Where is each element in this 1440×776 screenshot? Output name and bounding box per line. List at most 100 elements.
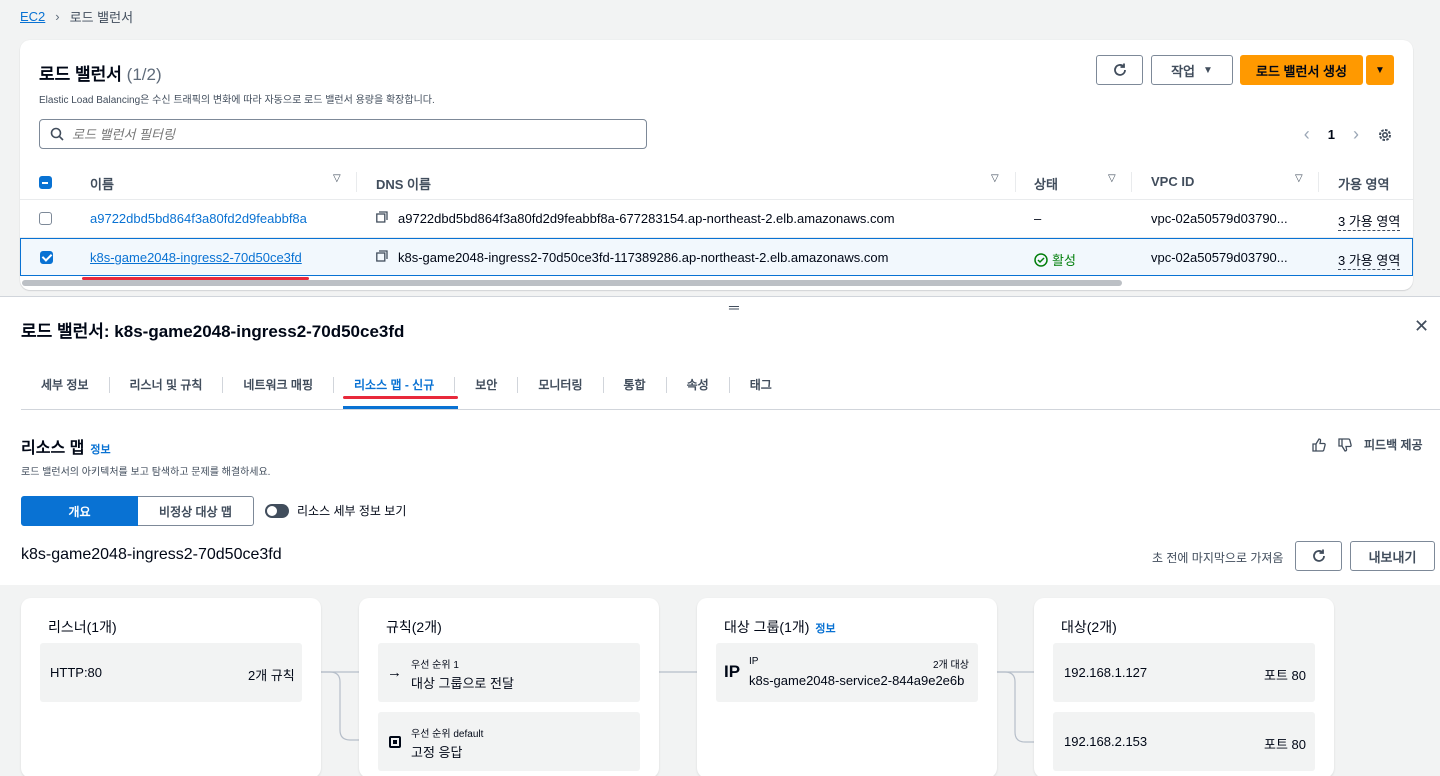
split-divider bbox=[0, 296, 1440, 297]
target-groups-title: 대상 그룹(1개) 정보 bbox=[724, 617, 836, 637]
column-dns[interactable]: DNS 이름 bbox=[376, 174, 431, 193]
list-title-text: 로드 밸런서 bbox=[39, 65, 122, 84]
prev-page-icon[interactable]: ‹ bbox=[1304, 124, 1310, 145]
tab-attributes[interactable]: 속성 bbox=[667, 376, 730, 393]
tab-listeners[interactable]: 리스너 및 규칙 bbox=[110, 376, 224, 393]
column-az[interactable]: 가용 영역 bbox=[1338, 174, 1389, 193]
chevron-right-icon: › bbox=[55, 9, 60, 24]
export-button[interactable]: 내보내기 bbox=[1350, 541, 1435, 571]
target-group-node[interactable]: IP IP 2개 대상 k8s-game2048-service2-844a9e… bbox=[716, 643, 978, 702]
tab-resource-map[interactable]: 리소스 맵 - 신규 bbox=[334, 376, 456, 393]
caret-down-icon: ▼ bbox=[1375, 64, 1385, 76]
target-groups-card: 대상 그룹(1개) 정보 IP IP 2개 대상 k8s-game2048-ser… bbox=[697, 598, 997, 776]
load-balancer-list: 로드 밸런서 (1/2) Elastic Load Balancing은 수신 … bbox=[20, 40, 1413, 290]
sort-icon[interactable]: ▽ bbox=[991, 173, 999, 184]
table-row[interactable]: a9722dbd5bd864f3a80fd2d9feabbf8a a9722db… bbox=[20, 200, 1413, 238]
target-groups-title-text: 대상 그룹(1개) bbox=[724, 619, 810, 635]
target-node[interactable]: 192.168.2.153 포트 80 bbox=[1053, 712, 1315, 771]
thumbs-up-icon[interactable] bbox=[1312, 437, 1326, 452]
target-ip: 192.168.1.127 bbox=[1064, 665, 1148, 680]
lb-name-link[interactable]: a9722dbd5bd864f3a80fd2d9feabbf8a bbox=[90, 211, 307, 226]
list-description: Elastic Load Balancing은 수신 트래픽의 변화에 따라 자… bbox=[39, 95, 435, 106]
rules-title: 규칙(2개) bbox=[386, 619, 442, 635]
tab-integrations[interactable]: 통합 bbox=[604, 376, 667, 393]
targets-title: 대상(2개) bbox=[1061, 619, 1117, 635]
info-link[interactable]: 정보 bbox=[815, 623, 835, 635]
toggle-switch[interactable] bbox=[265, 503, 289, 518]
resize-handle-icon[interactable]: ═ bbox=[729, 299, 739, 315]
copy-icon[interactable] bbox=[376, 211, 388, 226]
list-count: (1/2) bbox=[126, 65, 162, 84]
actions-button[interactable]: 작업 ▼ bbox=[1151, 55, 1233, 85]
listener-node[interactable]: HTTP:80 2개 규칙 bbox=[40, 643, 302, 702]
filter-search[interactable] bbox=[39, 119, 647, 149]
availability-zones[interactable]: 3 가용 영역 bbox=[1338, 250, 1401, 270]
list-title: 로드 밸런서 (1/2) bbox=[39, 60, 162, 85]
target-node[interactable]: 192.168.1.127 포트 80 bbox=[1053, 643, 1315, 702]
sort-icon[interactable]: ▽ bbox=[1295, 173, 1303, 184]
target-group-name: k8s-game2048-service2-844a9e2e6b bbox=[749, 673, 965, 688]
export-label: 내보내기 bbox=[1368, 549, 1417, 565]
tab-details[interactable]: 세부 정보 bbox=[21, 376, 110, 393]
breadcrumb-ec2-link[interactable]: EC2 bbox=[20, 9, 45, 24]
info-link[interactable]: 정보 bbox=[90, 444, 110, 456]
resource-details-toggle[interactable]: 리소스 세부 정보 보기 bbox=[265, 502, 406, 519]
close-icon[interactable]: ✕ bbox=[1414, 316, 1429, 337]
create-load-balancer-button[interactable]: 로드 밸런서 생성 bbox=[1240, 55, 1363, 85]
refresh-button[interactable] bbox=[1096, 55, 1143, 85]
filter-input[interactable] bbox=[72, 126, 612, 142]
detail-title: 로드 밸런서: k8s-game2048-ingress2-70d50ce3fd bbox=[21, 322, 405, 341]
thumbs-down-icon[interactable] bbox=[1338, 437, 1352, 452]
column-name[interactable]: 이름 bbox=[90, 174, 114, 193]
gear-icon[interactable] bbox=[1377, 127, 1393, 143]
rule-node[interactable]: 우선 순위 default 고정 응답 bbox=[378, 712, 640, 771]
copy-icon[interactable] bbox=[376, 250, 388, 265]
caret-down-icon: ▼ bbox=[1203, 64, 1213, 76]
sort-icon[interactable]: ▽ bbox=[333, 173, 341, 184]
target-group-type: IP bbox=[749, 656, 759, 667]
tab-monitoring[interactable]: 모니터링 bbox=[518, 376, 604, 393]
map-lb-name: k8s-game2048-ingress2-70d50ce3fd bbox=[21, 546, 282, 563]
tab-security[interactable]: 보안 bbox=[455, 376, 519, 393]
page-number[interactable]: 1 bbox=[1328, 127, 1335, 142]
pagination: ‹ 1 › bbox=[1304, 124, 1393, 145]
lb-name-link[interactable]: k8s-game2048-ingress2-70d50ce3fd bbox=[90, 250, 302, 265]
vpc-id: vpc-02a50579d03790... bbox=[1151, 211, 1288, 226]
table-row[interactable]: k8s-game2048-ingress2-70d50ce3fd k8s-gam… bbox=[20, 238, 1413, 276]
toggle-label: 리소스 세부 정보 보기 bbox=[297, 504, 407, 518]
active-tab-indicator bbox=[343, 406, 458, 409]
create-dropdown-button[interactable]: ▼ bbox=[1366, 55, 1394, 85]
availability-zones[interactable]: 3 가용 영역 bbox=[1338, 211, 1401, 231]
column-divider bbox=[1318, 172, 1319, 192]
next-page-icon[interactable]: › bbox=[1353, 124, 1359, 145]
dns-name: a9722dbd5bd864f3a80fd2d9feabbf8a-6772831… bbox=[398, 211, 895, 226]
feedback-label[interactable]: 피드백 제공 bbox=[1364, 436, 1423, 453]
vpc-id: vpc-02a50579d03790... bbox=[1151, 250, 1288, 265]
detail-tabs: 세부 정보 리스너 및 규칙 네트워크 매핑 리소스 맵 - 신규 보안 모니터… bbox=[21, 360, 1440, 410]
select-all-checkbox[interactable] bbox=[39, 176, 52, 189]
section-title-text: 리소스 맵 bbox=[21, 440, 85, 457]
column-vpc[interactable]: VPC ID bbox=[1151, 174, 1194, 189]
tab-network-mapping[interactable]: 네트워크 매핑 bbox=[223, 376, 334, 393]
tab-resource-map-label: 리소스 맵 - 신규 bbox=[354, 378, 435, 392]
column-state[interactable]: 상태 bbox=[1034, 174, 1058, 193]
tab-tags[interactable]: 태그 bbox=[730, 377, 792, 393]
sort-icon[interactable]: ▽ bbox=[1108, 173, 1116, 184]
row-checkbox[interactable] bbox=[39, 212, 52, 225]
rule-priority: 우선 순위 default bbox=[411, 729, 484, 740]
last-fetched-text: 초 전에 마지막으로 가져옴 bbox=[1152, 551, 1284, 565]
section-title: 리소스 맵 정보 bbox=[21, 434, 111, 458]
column-divider bbox=[1131, 172, 1132, 192]
segment-unhealthy-map[interactable]: 비정상 대상 맵 bbox=[138, 496, 254, 526]
map-refresh-button[interactable] bbox=[1295, 541, 1342, 571]
segment-overview[interactable]: 개요 bbox=[21, 496, 138, 526]
search-icon bbox=[50, 127, 64, 141]
ip-type-icon: IP bbox=[724, 662, 741, 681]
state-value: 활성 bbox=[1052, 253, 1076, 268]
rule-node[interactable]: → 우선 순위 1 대상 그룹으로 전달 bbox=[378, 643, 640, 702]
row-checkbox[interactable] bbox=[40, 251, 53, 264]
rule-action: 고정 응답 bbox=[411, 745, 463, 760]
rules-card: 규칙(2개) → 우선 순위 1 대상 그룹으로 전달 우선 순위 defaul… bbox=[359, 598, 659, 776]
table-header: 이름 ▽ DNS 이름 ▽ 상태 ▽ VPC ID ▽ 가용 영역 bbox=[20, 164, 1413, 200]
horizontal-scrollbar[interactable] bbox=[22, 280, 1122, 286]
